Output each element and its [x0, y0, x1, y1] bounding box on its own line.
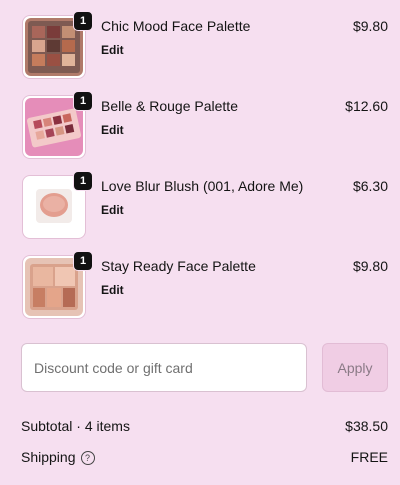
- shipping-label-wrap: Shipping?: [21, 449, 95, 465]
- edit-link[interactable]: Edit: [101, 283, 124, 297]
- product-name: Belle & Rouge Palette: [101, 98, 238, 114]
- quantity-badge: 1: [73, 251, 93, 271]
- edit-link[interactable]: Edit: [101, 43, 124, 57]
- shipping-label: Shipping: [21, 449, 76, 465]
- product-price: $9.80: [352, 18, 388, 34]
- cart-item: 1 Chic Mood Face Palette Edit $9.80: [22, 11, 388, 79]
- discount-code-input[interactable]: [21, 343, 307, 392]
- shipping-value: FREE: [350, 449, 388, 465]
- edit-link[interactable]: Edit: [101, 123, 124, 137]
- product-name: Chic Mood Face Palette: [101, 18, 251, 34]
- cart-item: 1 Stay Ready Face Palette Edit $9.80: [22, 251, 388, 319]
- subtotal-value: $38.50: [345, 418, 388, 434]
- product-thumbnail: 1: [22, 91, 93, 159]
- subtotal-label: Subtotal · 4 items: [21, 418, 130, 434]
- product-name: Stay Ready Face Palette: [101, 258, 256, 274]
- product-price: $6.30: [352, 178, 388, 194]
- product-thumbnail: 1: [22, 251, 93, 319]
- product-price: $12.60: [345, 98, 388, 114]
- quantity-badge: 1: [73, 91, 93, 111]
- product-name: Love Blur Blush (001, Adore Me): [101, 178, 304, 194]
- quantity-badge: 1: [73, 171, 93, 191]
- product-price: $9.80: [352, 258, 388, 274]
- help-icon[interactable]: ?: [80, 451, 95, 465]
- cart-item: 1 Love Blur Blush (001, Adore Me) Edit $…: [22, 171, 388, 239]
- quantity-badge: 1: [73, 11, 93, 31]
- product-thumbnail: 1: [22, 171, 93, 239]
- cart-item: 1 Belle & Rouge Palette Edit $12.60: [22, 91, 388, 159]
- apply-button[interactable]: Apply: [322, 343, 388, 392]
- product-thumbnail: 1: [22, 11, 93, 79]
- edit-link[interactable]: Edit: [101, 203, 124, 217]
